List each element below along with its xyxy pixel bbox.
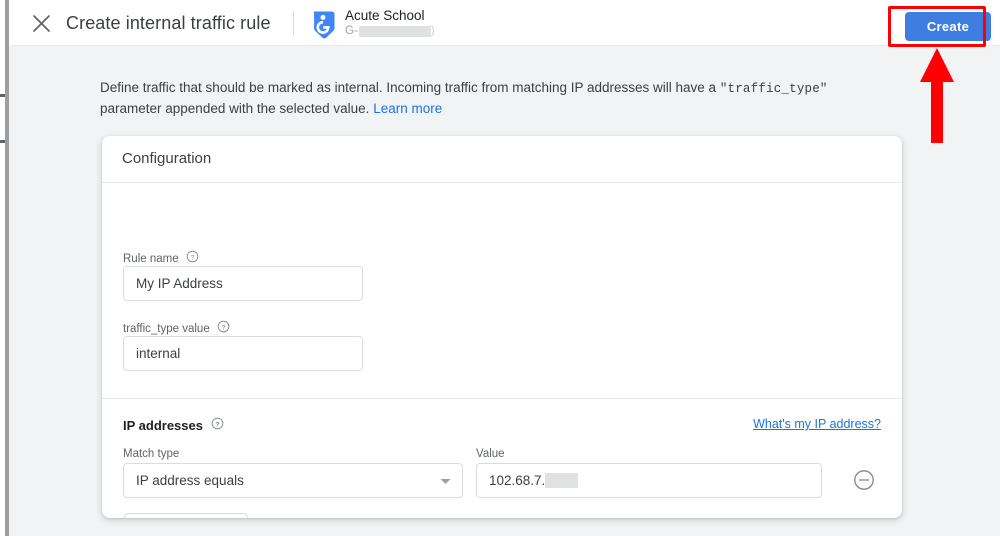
property-id-redaction xyxy=(358,26,431,37)
learn-more-link[interactable]: Learn more xyxy=(373,101,442,116)
rule-name-label-group: Rule name ? xyxy=(123,250,199,267)
analytics-property-tag-icon xyxy=(309,9,337,39)
page-title: Create internal traffic rule xyxy=(66,13,271,33)
edge-tick-1 xyxy=(0,94,5,97)
help-circle-icon[interactable]: ? xyxy=(186,250,199,267)
app-root: Create internal traffic rule Acute Schoo… xyxy=(0,0,1000,536)
card-header: Configuration xyxy=(102,136,902,183)
property-info: Acute School G- ) xyxy=(345,8,545,38)
match-type-label: Match type xyxy=(123,448,180,460)
create-button[interactable]: Create xyxy=(905,12,991,41)
traffic-type-value-label-group: traffic_type value ? xyxy=(123,320,230,337)
traffic-type-value-label: traffic_type value xyxy=(123,322,210,335)
ip-value-redaction xyxy=(545,473,579,488)
edge-tick-2 xyxy=(0,140,5,143)
add-condition-button[interactable]: Add condition xyxy=(124,513,248,518)
intro-text-part1: Define traffic that should be marked as … xyxy=(100,80,720,95)
property-id-prefix: G- xyxy=(345,25,358,37)
section-divider xyxy=(102,398,902,399)
match-type-select[interactable]: IP address equals xyxy=(123,463,463,498)
close-button[interactable] xyxy=(23,5,59,41)
svg-text:?: ? xyxy=(221,324,225,331)
title-divider xyxy=(293,10,294,36)
ip-addresses-heading: IP addresses xyxy=(123,417,203,433)
match-type-selected-value: IP address equals xyxy=(136,473,244,488)
card-title: Configuration xyxy=(122,150,212,167)
page-content: Define traffic that should be marked as … xyxy=(11,46,1000,536)
window-edge-strip xyxy=(0,0,11,536)
svg-text:?: ? xyxy=(215,421,219,428)
rule-name-label: Rule name xyxy=(123,252,179,265)
ip-value-text: 102.68.7. xyxy=(489,473,546,488)
property-id-row: G- ) xyxy=(345,25,545,38)
rule-name-input[interactable] xyxy=(123,266,363,301)
property-name: Acute School xyxy=(345,8,425,23)
whats-my-ip-address-link[interactable]: What's my IP address? xyxy=(753,417,881,431)
remove-condition-button[interactable] xyxy=(852,468,876,492)
intro-text-part2: parameter appended with the selected val… xyxy=(100,101,374,116)
ip-addresses-heading-group: IP addresses ? xyxy=(123,417,224,433)
intro-description: Define traffic that should be marked as … xyxy=(100,78,870,119)
chevron-down-icon xyxy=(440,472,451,490)
value-label: Value xyxy=(476,448,505,460)
help-circle-icon[interactable]: ? xyxy=(211,417,224,433)
svg-text:?: ? xyxy=(190,254,194,261)
app-bar: Create internal traffic rule Acute Schoo… xyxy=(11,0,1000,46)
remove-circle-icon xyxy=(852,470,876,496)
window-edge-inner xyxy=(9,46,11,536)
configuration-card: Configuration Rule name ? traffic_type v… xyxy=(102,136,902,518)
intro-code-traffic-type: "traffic_type" xyxy=(719,82,828,96)
help-circle-icon[interactable]: ? xyxy=(217,320,230,337)
close-icon xyxy=(32,14,51,33)
property-id-tail: ) xyxy=(430,25,435,37)
traffic-type-value-input[interactable] xyxy=(123,336,363,371)
ip-value-input[interactable]: 102.68.7. xyxy=(476,463,822,498)
